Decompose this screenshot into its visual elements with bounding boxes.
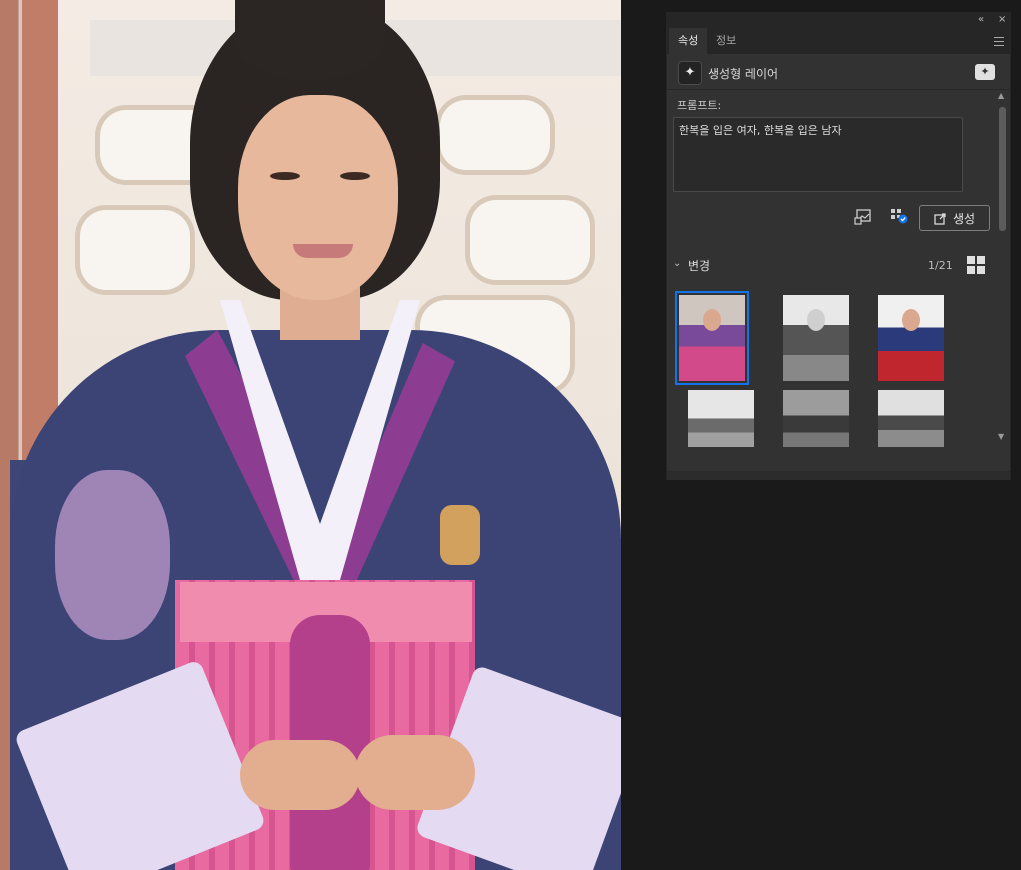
scroll-down-icon[interactable]: ▼ — [998, 432, 1004, 441]
wall-stone — [470, 200, 590, 280]
flower-embroidery — [55, 470, 170, 640]
generate-button[interactable]: 생성 — [919, 205, 990, 231]
right-eye — [340, 172, 370, 180]
chevron-down-icon[interactable]: ⌄ — [673, 258, 681, 269]
tab-properties[interactable]: 속성 — [669, 28, 708, 54]
variation-thumbnail-4[interactable] — [688, 390, 754, 447]
layer-type-label: 생성형 레이어 — [708, 67, 779, 81]
prompt-input[interactable]: 한복을 입은 여자, 한복을 입은 남자 — [673, 117, 963, 192]
sparkle-icon: ✦ — [678, 61, 702, 85]
gold-brooch — [440, 505, 480, 565]
grid-view-icon[interactable] — [967, 256, 985, 274]
variation-thumbnail-6[interactable] — [878, 390, 944, 447]
left-hand — [240, 740, 360, 810]
layer-options-icon[interactable]: ✦ — [975, 64, 995, 80]
thumbnail-face — [807, 309, 825, 331]
generate-icon — [934, 212, 946, 225]
hair-bun — [235, 0, 385, 80]
tab-info[interactable]: 정보 — [707, 28, 745, 54]
variation-thumbnail-2[interactable] — [783, 295, 849, 381]
variation-thumbnail-1[interactable] — [675, 291, 749, 385]
panel-scrollbar[interactable]: ▲ ▼ — [997, 91, 1007, 447]
variation-thumbnail-5[interactable] — [783, 390, 849, 447]
scrollbar-thumb[interactable] — [999, 107, 1006, 231]
collapse-panel-icon[interactable]: « — [978, 14, 984, 25]
panel-menu-icon[interactable] — [994, 37, 1004, 46]
left-eye — [270, 172, 300, 180]
generate-button-label: 생성 — [952, 211, 976, 226]
variations-header: ⌄ 변경 1/21 — [673, 255, 991, 275]
reference-image-icon[interactable] — [854, 209, 872, 225]
variation-thumbnail-3[interactable] — [878, 295, 944, 381]
properties-panel: « × 속성 정보 ✦ 생성형 레이어 ✦ 프롬프트: 한복을 입은 여자, 한… — [666, 12, 1011, 480]
right-hand — [355, 735, 475, 810]
prompt-label: 프롬프트: — [677, 99, 722, 112]
scroll-up-icon[interactable]: ▲ — [998, 91, 1004, 100]
content-credentials-icon[interactable] — [890, 208, 908, 224]
close-panel-icon[interactable]: × — [998, 14, 1006, 25]
smile — [293, 244, 353, 258]
wall-stone — [80, 210, 190, 290]
variations-title: 변경 — [688, 259, 711, 273]
face — [238, 95, 398, 300]
generative-layer-row: ✦ 생성형 레이어 ✦ — [667, 55, 1010, 89]
panel-footer — [667, 471, 1010, 480]
document-canvas[interactable] — [0, 0, 621, 870]
variation-counter: 1/21 — [928, 259, 953, 272]
thumbnail-face — [703, 309, 721, 331]
panel-tab-bar: 속성 정보 — [667, 28, 1010, 54]
divider — [667, 89, 1010, 90]
thumbnail-face — [902, 309, 920, 331]
wall-stone — [440, 100, 550, 170]
panel-title-strip — [667, 13, 1010, 28]
